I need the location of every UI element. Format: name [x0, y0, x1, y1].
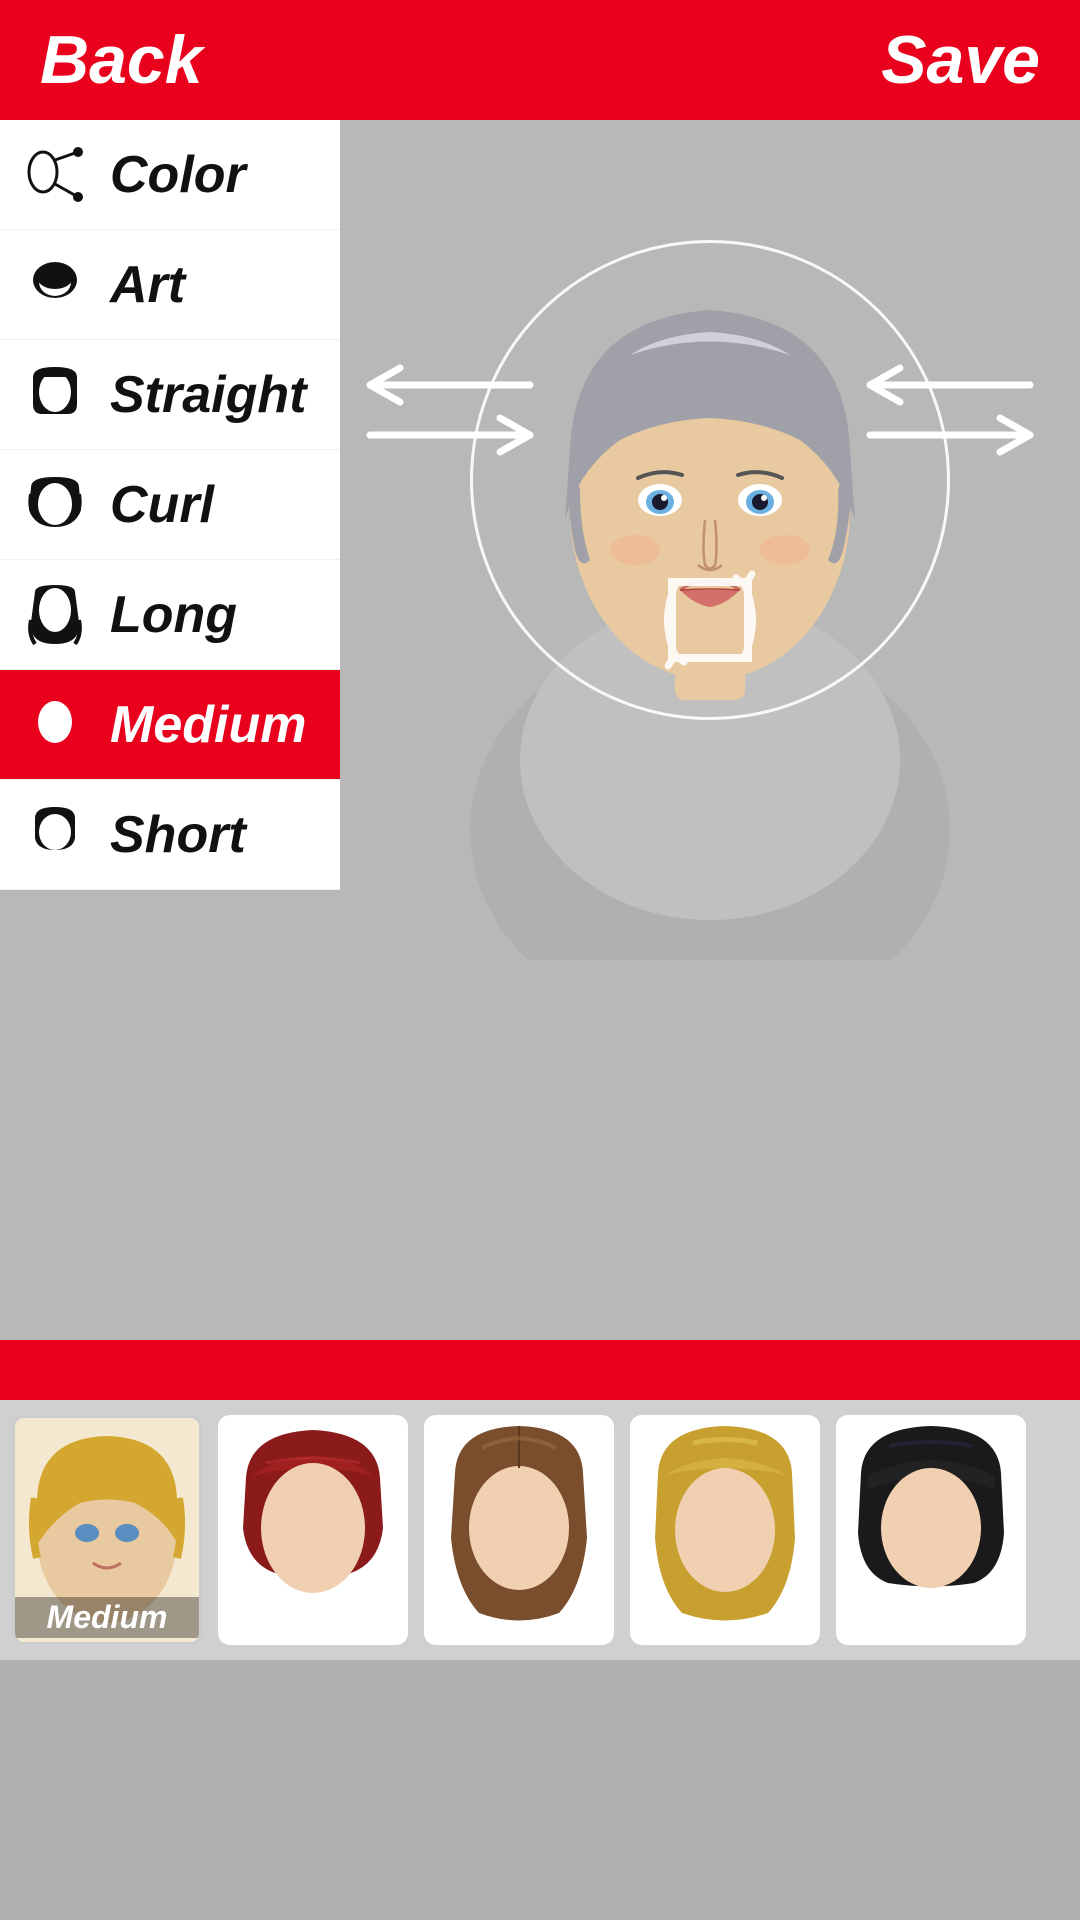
sidebar-item-straight[interactable]: Straight	[0, 340, 340, 450]
bottom-separator-bar	[0, 1340, 1080, 1400]
hair-thumb-5[interactable]	[836, 1415, 1026, 1645]
long-label: Long	[110, 585, 237, 645]
medium-label: Medium	[110, 695, 306, 755]
back-button[interactable]: Back	[40, 21, 203, 99]
straight-icon	[20, 360, 90, 430]
thumb-1-label: Medium	[15, 1597, 199, 1638]
left-arrows	[350, 350, 550, 475]
hair-thumb-1[interactable]: Medium	[12, 1415, 202, 1645]
sidebar-item-long[interactable]: Long	[0, 560, 340, 670]
hair-thumb-2[interactable]	[218, 1415, 408, 1645]
sidebar-item-short[interactable]: Short	[0, 780, 340, 890]
hair-thumb-3[interactable]	[424, 1415, 614, 1645]
color-label: Color	[110, 145, 246, 205]
sidebar-item-curl[interactable]: Curl	[0, 450, 340, 560]
curl-icon	[20, 470, 90, 540]
curl-label: Curl	[110, 475, 214, 535]
art-icon	[20, 250, 90, 320]
hair-thumbnail-strip: Medium	[0, 1400, 1080, 1660]
save-button[interactable]: Save	[881, 21, 1040, 99]
long-icon	[20, 580, 90, 650]
app-header: Back Save	[0, 0, 1080, 120]
sidebar-menu: Color Art	[0, 120, 340, 890]
sidebar-item-medium[interactable]: Medium	[0, 670, 340, 780]
right-arrows	[850, 350, 1050, 475]
color-icon	[20, 140, 90, 210]
short-label: Short	[110, 805, 246, 865]
straight-label: Straight	[110, 365, 306, 425]
crop-rotate-icon[interactable]	[650, 560, 770, 702]
sidebar-item-color[interactable]: Color	[0, 120, 340, 230]
short-icon	[20, 800, 90, 870]
hair-thumb-4[interactable]	[630, 1415, 820, 1645]
sidebar-item-art[interactable]: Art	[0, 230, 340, 340]
medium-icon	[20, 690, 90, 760]
main-area: Color Art	[0, 120, 1080, 1660]
art-label: Art	[110, 255, 185, 315]
